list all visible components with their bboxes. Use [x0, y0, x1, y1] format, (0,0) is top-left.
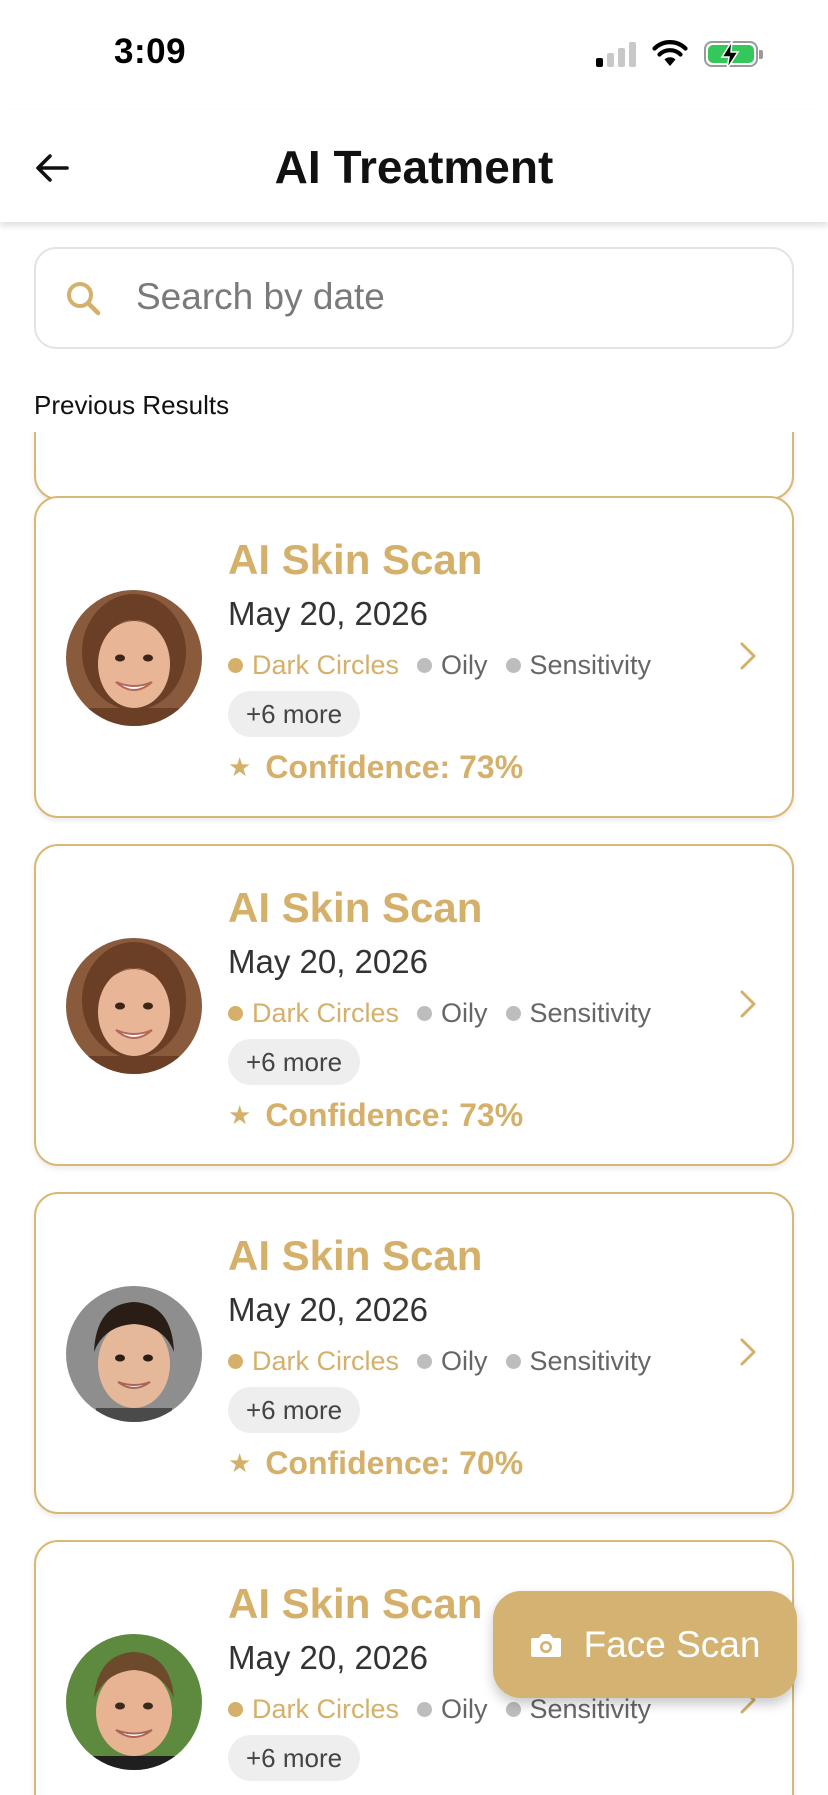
tag-dot [228, 1354, 243, 1369]
tag-dot [228, 1702, 243, 1717]
card-date: May 20, 2026 [228, 943, 428, 980]
tag-label: Dark Circles [252, 998, 400, 1028]
tag-label: Sensitivity [529, 650, 652, 680]
more-tags-pill: +6 more [228, 691, 361, 737]
tag-label: Sensitivity [529, 998, 652, 1028]
confidence-label: Confidence: 70% [265, 1445, 524, 1481]
avatar [66, 1286, 202, 1422]
avatar [66, 1634, 202, 1770]
status-time: 3:09 [114, 32, 187, 71]
tag-dot [417, 1006, 433, 1021]
chevron-right-icon [740, 1338, 756, 1366]
tag-label: Dark Circles [252, 650, 400, 680]
tag: Sensitivity [505, 650, 652, 681]
tag-dot [505, 1006, 521, 1021]
tag-dot [417, 1702, 433, 1717]
tag-label: Dark Circles [252, 1694, 400, 1724]
tag-list: Dark Circles Oily Sensitivity [228, 1694, 669, 1725]
more-tags-pill: +6 more [228, 1735, 361, 1781]
tag-dot [505, 1354, 521, 1369]
tag-label: Oily [441, 1346, 488, 1376]
cellular-signal-icon [596, 41, 636, 67]
tag-list: Dark Circles Oily Sensitivity [228, 998, 669, 1029]
confidence-label: Confidence: 73% [265, 1097, 524, 1133]
face-scan-label: Face Scan [583, 1623, 761, 1665]
charging-bolt-icon [720, 40, 740, 70]
tag: Dark Circles [228, 998, 399, 1029]
card-date: May 20, 2026 [228, 595, 428, 632]
tag: Oily [417, 1346, 488, 1377]
tag-label: Oily [441, 1694, 488, 1724]
tag-dot [505, 1702, 521, 1717]
tag-dot [417, 1354, 433, 1369]
tag: Oily [417, 1694, 488, 1725]
tag: Dark Circles [228, 1346, 399, 1377]
status-bar: 3:09 [0, 0, 828, 110]
card-date: May 20, 2026 [228, 1639, 428, 1676]
wifi-icon [652, 40, 688, 66]
page-title: AI Treatment [274, 141, 554, 193]
confidence: ★ Confidence: 73% [228, 749, 523, 786]
confidence-label: Confidence: 73% [265, 749, 524, 785]
camera-icon [530, 1631, 562, 1659]
more-tags-pill: +6 more [228, 1387, 361, 1433]
tag-label: Oily [441, 998, 488, 1028]
chevron-right-icon [740, 642, 756, 670]
card-title: AI Skin Scan [228, 884, 483, 931]
result-card-partial[interactable] [34, 432, 794, 500]
star-icon: ★ [228, 752, 252, 782]
more-tags-pill: +6 more [228, 1039, 361, 1085]
card-title: AI Skin Scan [228, 1580, 483, 1627]
confidence: ★ Confidence: 70% [228, 1445, 523, 1482]
face-scan-button[interactable]: Face Scan [493, 1591, 797, 1698]
search-input[interactable] [136, 267, 756, 327]
tag: Sensitivity [505, 1694, 652, 1725]
avatar [66, 590, 202, 726]
result-card[interactable]: AI Skin Scan May 20, 2026 Dark Circles O… [34, 496, 794, 818]
tag: Dark Circles [228, 650, 399, 681]
tag: Sensitivity [505, 1346, 652, 1377]
tag-list: Dark Circles Oily Sensitivity [228, 1346, 669, 1377]
result-card[interactable]: AI Skin Scan May 20, 2026 Dark Circles O… [34, 844, 794, 1166]
status-icons [596, 40, 763, 70]
confidence: ★ Confidence: 73% [228, 1097, 523, 1134]
tag: Dark Circles [228, 1694, 399, 1725]
card-title: AI Skin Scan [228, 1232, 483, 1279]
star-icon: ★ [228, 1100, 252, 1130]
avatar [66, 938, 202, 1074]
tag-dot [228, 1006, 243, 1021]
tag-dot [505, 658, 521, 673]
tag-list: Dark Circles Oily Sensitivity [228, 650, 669, 681]
search-box[interactable] [34, 247, 794, 349]
card-title: AI Skin Scan [228, 536, 483, 583]
tag: Oily [417, 998, 488, 1029]
app-header: AI Treatment [0, 110, 828, 222]
tag-dot [417, 658, 433, 673]
tag-label: Sensitivity [529, 1694, 652, 1724]
tag-dot [228, 658, 243, 673]
star-icon: ★ [228, 1448, 252, 1478]
tag: Sensitivity [505, 998, 652, 1029]
search-icon [67, 282, 101, 316]
chevron-right-icon [740, 990, 756, 1018]
tag-label: Oily [441, 650, 488, 680]
tag-label: Dark Circles [252, 1346, 400, 1376]
tag-label: Sensitivity [529, 1346, 652, 1376]
tag: Oily [417, 650, 488, 681]
card-date: May 20, 2026 [228, 1291, 428, 1328]
section-label: Previous Results [34, 390, 230, 420]
result-card[interactable]: AI Skin Scan May 20, 2026 Dark Circles O… [34, 1192, 794, 1514]
battery-icon [704, 40, 763, 70]
